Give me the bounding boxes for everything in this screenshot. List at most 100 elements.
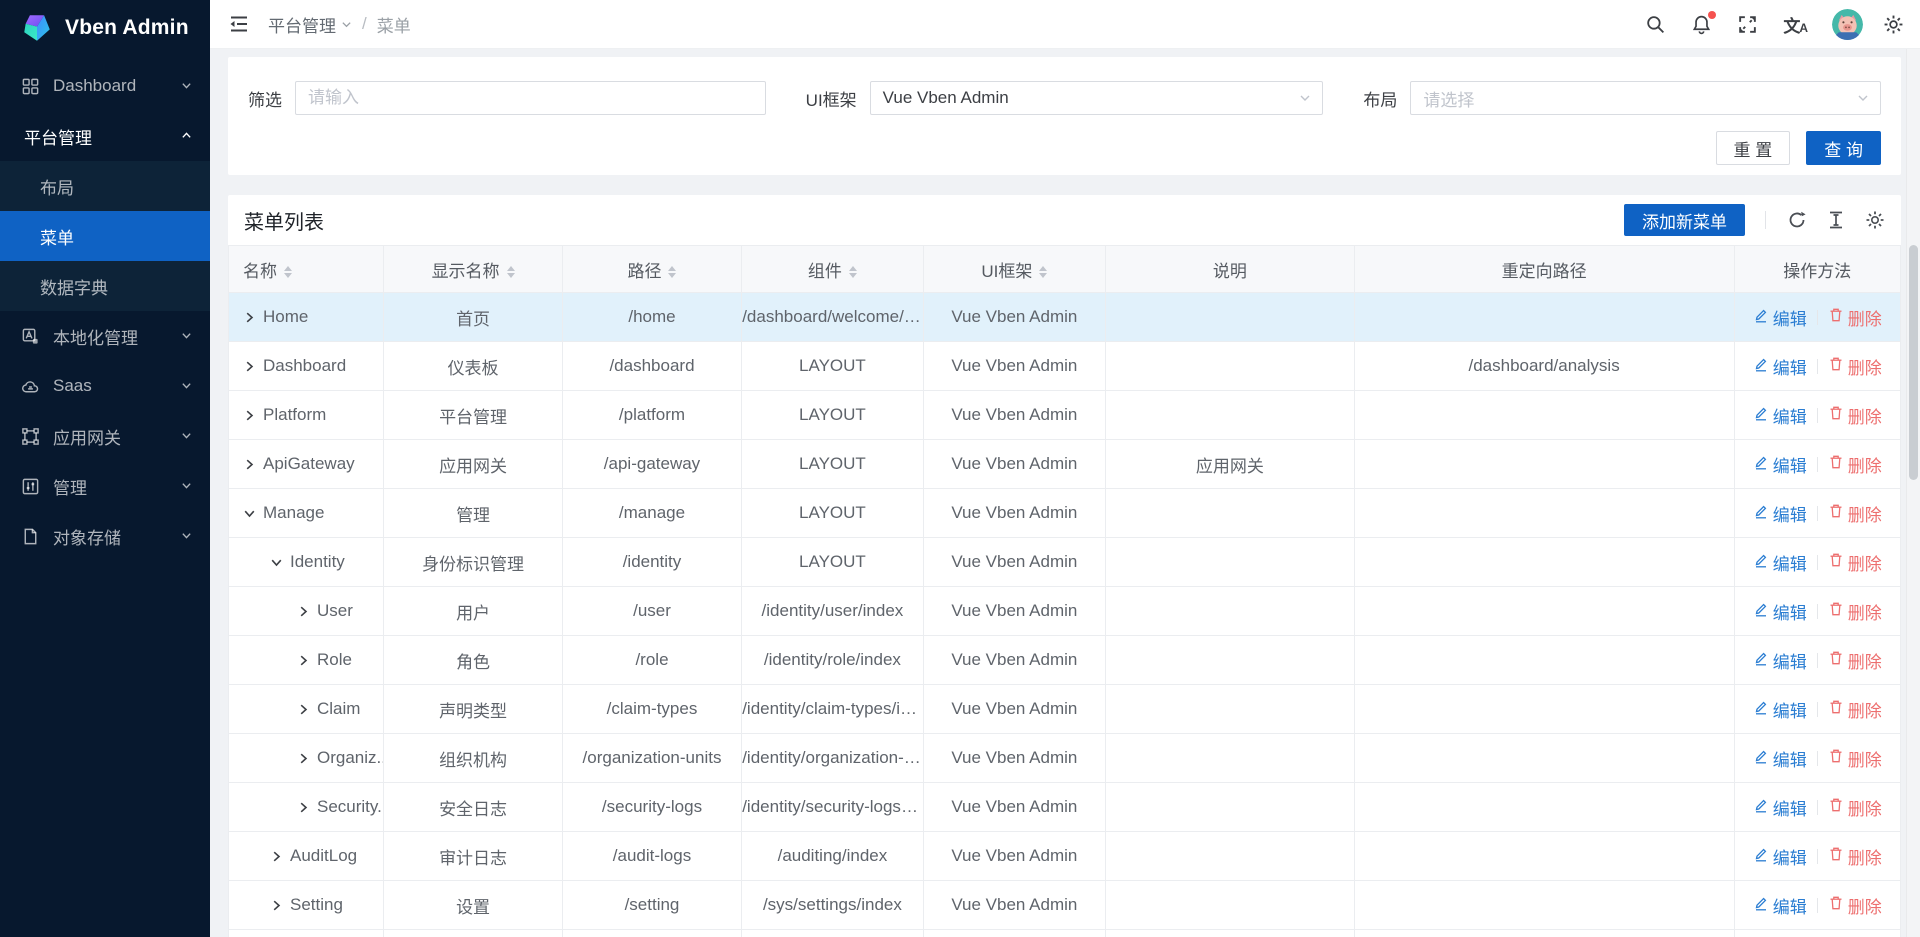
sort-carets-icon[interactable] <box>507 266 515 278</box>
cell-empty <box>923 930 1105 937</box>
user-avatar[interactable] <box>1832 9 1863 40</box>
column-header[interactable]: UI框架 <box>923 246 1105 293</box>
sidebar-fold-icon[interactable] <box>228 13 250 35</box>
delete-button[interactable]: 删除 <box>1828 599 1882 624</box>
menu-name: Claim <box>317 699 360 719</box>
cell-empty <box>1734 930 1900 937</box>
query-button[interactable]: 查 询 <box>1806 131 1881 165</box>
vertical-scrollbar[interactable] <box>1906 49 1920 937</box>
tree-expand-icon[interactable] <box>297 605 310 618</box>
column-label: 重定向路径 <box>1502 262 1587 281</box>
edit-button[interactable]: 编辑 <box>1753 746 1807 771</box>
edit-button[interactable]: 编辑 <box>1753 648 1807 673</box>
table-settings-gear-icon[interactable] <box>1864 210 1885 231</box>
search-icon[interactable] <box>1645 14 1666 35</box>
sidebar-item-storage[interactable]: 对象存储 <box>0 511 210 561</box>
breadcrumb-current: 菜单 <box>377 12 411 37</box>
tree-expand-icon[interactable] <box>297 654 310 667</box>
column-header[interactable]: 名称 <box>229 246 384 293</box>
action-divider <box>1817 604 1818 619</box>
layout-select[interactable]: 请选择 <box>1410 81 1881 115</box>
action-divider <box>1817 653 1818 668</box>
edit-button[interactable]: 编辑 <box>1753 599 1807 624</box>
sidebar-item-localization[interactable]: 本地化管理 <box>0 311 210 361</box>
delete-button[interactable]: 删除 <box>1828 697 1882 722</box>
cell-display: 组织机构 <box>384 734 562 783</box>
ui-framework-select[interactable]: Vue Vben Admin <box>870 81 1324 115</box>
cell-actions: 编辑删除 <box>1734 293 1900 342</box>
edit-button[interactable]: 编辑 <box>1753 697 1807 722</box>
edit-button[interactable]: 编辑 <box>1753 403 1807 428</box>
edit-button[interactable]: 编辑 <box>1753 501 1807 526</box>
sidebar-item-gateway[interactable]: 应用网关 <box>0 411 210 461</box>
keyword-input[interactable] <box>308 88 753 108</box>
edit-pencil-icon <box>1753 552 1769 573</box>
edit-button[interactable]: 编辑 <box>1753 354 1807 379</box>
delete-button[interactable]: 删除 <box>1828 746 1882 771</box>
delete-button[interactable]: 删除 <box>1828 452 1882 477</box>
edit-button[interactable]: 编辑 <box>1753 893 1807 918</box>
tree-expand-icon[interactable] <box>243 311 256 324</box>
sidebar-item-manage[interactable]: 管理 <box>0 461 210 511</box>
column-header[interactable]: 路径 <box>562 246 741 293</box>
cell-name: User <box>229 587 384 636</box>
delete-button[interactable]: 删除 <box>1828 305 1882 330</box>
sort-carets-icon[interactable] <box>849 266 857 278</box>
edit-button[interactable]: 编辑 <box>1753 550 1807 575</box>
edit-button[interactable]: 编辑 <box>1753 795 1807 820</box>
delete-button[interactable]: 删除 <box>1828 403 1882 428</box>
scrollbar-thumb[interactable] <box>1909 245 1918 480</box>
sidebar-item-saas[interactable]: Saas <box>0 361 210 411</box>
sort-carets-icon[interactable] <box>668 266 676 278</box>
settings-gear-icon[interactable] <box>1883 14 1904 35</box>
tree-expand-icon[interactable] <box>270 899 283 912</box>
edit-button[interactable]: 编辑 <box>1753 844 1807 869</box>
sidebar-subitem[interactable]: 菜单 <box>0 211 210 261</box>
delete-button[interactable]: 删除 <box>1828 844 1882 869</box>
edit-button[interactable]: 编辑 <box>1753 305 1807 330</box>
edit-button[interactable]: 编辑 <box>1753 452 1807 477</box>
delete-button[interactable]: 删除 <box>1828 648 1882 673</box>
fullscreen-icon[interactable] <box>1737 14 1758 35</box>
notification-bell-icon[interactable] <box>1691 14 1712 35</box>
column-header[interactable]: 组件 <box>742 246 923 293</box>
tree-expand-icon[interactable] <box>243 360 256 373</box>
sort-carets-icon[interactable] <box>1039 266 1047 278</box>
cell-actions: 编辑删除 <box>1734 538 1900 587</box>
cell-redirect <box>1354 734 1734 783</box>
tree-expand-icon[interactable] <box>297 801 310 814</box>
tree-expand-icon[interactable] <box>297 703 310 716</box>
cell-component: /dashboard/welcome/in... <box>742 293 923 342</box>
cell-description: 应用网关 <box>1106 440 1355 489</box>
delete-button[interactable]: 删除 <box>1828 893 1882 918</box>
tree-expand-icon[interactable] <box>243 409 256 422</box>
row-height-icon[interactable] <box>1825 210 1846 231</box>
delete-button[interactable]: 删除 <box>1828 795 1882 820</box>
cell-actions: 编辑删除 <box>1734 734 1900 783</box>
breadcrumb-parent[interactable]: 平台管理 <box>268 12 352 37</box>
gateway-icon <box>21 427 40 446</box>
sidebar-subitem[interactable]: 布局 <box>0 161 210 211</box>
sidebar-item-platform[interactable]: 平台管理 <box>0 111 210 161</box>
tree-expand-icon[interactable] <box>243 458 256 471</box>
menu-table: 名称显示名称路径组件UI框架说明重定向路径操作方法 Home首页/home/da… <box>228 245 1901 937</box>
tree-expand-icon[interactable] <box>270 850 283 863</box>
cell-name: Home <box>229 293 384 342</box>
add-menu-button[interactable]: 添加新菜单 <box>1624 204 1745 236</box>
menu-name: AuditLog <box>290 846 357 866</box>
column-header[interactable]: 显示名称 <box>384 246 562 293</box>
tree-expand-icon[interactable] <box>297 752 310 765</box>
sidebar-item-dashboard[interactable]: Dashboard <box>0 61 210 111</box>
sidebar-subitem[interactable]: 数据字典 <box>0 261 210 311</box>
tree-collapse-icon[interactable] <box>270 556 283 569</box>
delete-button[interactable]: 删除 <box>1828 501 1882 526</box>
translate-icon[interactable]: 文A <box>1783 12 1807 37</box>
refresh-icon[interactable] <box>1786 210 1807 231</box>
delete-button[interactable]: 删除 <box>1828 550 1882 575</box>
sort-carets-icon[interactable] <box>284 266 292 278</box>
tree-collapse-icon[interactable] <box>243 507 256 520</box>
reset-button[interactable]: 重 置 <box>1716 131 1791 165</box>
action-divider <box>1817 506 1818 521</box>
delete-button[interactable]: 删除 <box>1828 354 1882 379</box>
app-logo[interactable]: Vben Admin <box>0 0 210 55</box>
